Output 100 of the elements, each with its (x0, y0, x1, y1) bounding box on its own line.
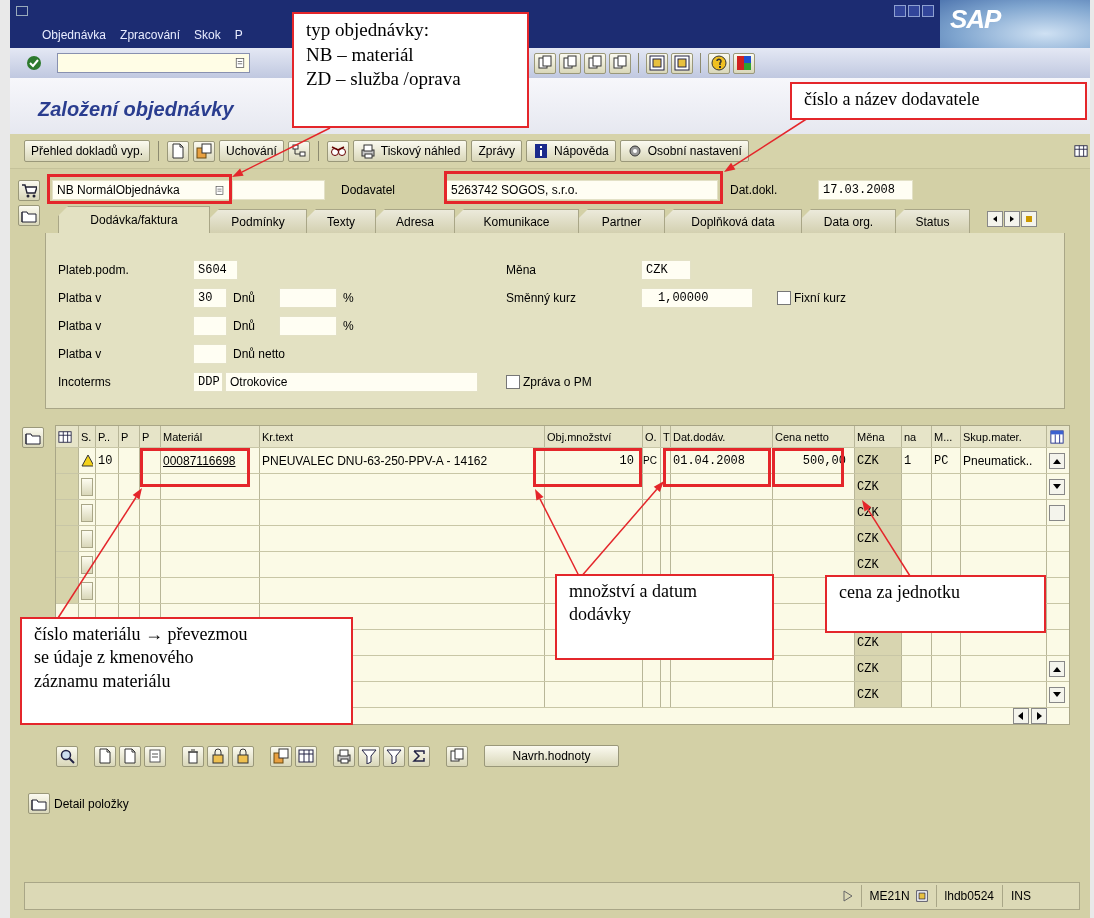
default-values-button[interactable]: Navrh.hodnoty (484, 745, 619, 767)
field-label: Platba v (58, 346, 103, 361)
input-field[interactable]: S604 (193, 259, 238, 280)
toolbar-button[interactable] (559, 52, 581, 74)
toolbar-button[interactable]: Osobní nastavení (619, 140, 749, 162)
column-header[interactable]: Obj.množství (545, 426, 643, 447)
item-detail-button[interactable]: Detail položky (28, 793, 1090, 814)
copy-button[interactable] (270, 745, 292, 767)
input-field[interactable] (279, 287, 337, 308)
input-field[interactable]: 30 (193, 287, 227, 308)
filter-button[interactable] (383, 745, 405, 767)
scroll-up-button[interactable] (1049, 660, 1065, 677)
input-field[interactable] (193, 315, 227, 336)
exchange-rate-field[interactable]: 1,00000 (641, 287, 753, 308)
tab[interactable]: Partner (578, 209, 665, 233)
copy-button[interactable] (193, 140, 216, 162)
page-icon (147, 748, 163, 764)
system-info-icon (915, 890, 928, 902)
checkbox[interactable] (777, 290, 791, 305)
tab-right-button[interactable] (1004, 211, 1020, 227)
lock-button[interactable] (232, 745, 254, 767)
column-header[interactable]: Cena netto (773, 426, 855, 447)
display-button[interactable] (326, 140, 349, 162)
scroll-down-button[interactable] (1049, 686, 1065, 703)
lock-button[interactable] (207, 745, 229, 767)
row-selector[interactable] (56, 578, 78, 603)
scroll-right-button[interactable] (1031, 708, 1047, 724)
tab[interactable]: Dodávka/faktura (58, 206, 210, 233)
tab-left-button[interactable] (987, 211, 1003, 227)
minimize-button[interactable] (894, 5, 906, 17)
toolbar-button[interactable]: Přehled dokladů vyp. (24, 140, 151, 162)
new-button[interactable] (167, 140, 190, 162)
toolbar-button[interactable] (671, 52, 693, 74)
callout-text: číslo a název dodavatele (790, 82, 1087, 120)
tab[interactable]: Status (895, 209, 970, 233)
material-link[interactable]: 00087116698 (161, 448, 260, 473)
column-header[interactable]: P.. (96, 426, 119, 447)
scroll-left-button[interactable] (1013, 708, 1029, 724)
columns-button[interactable] (295, 745, 317, 767)
currency-field[interactable]: CZK (641, 259, 691, 280)
tab[interactable]: Data org. (801, 209, 896, 233)
maximize-button[interactable] (908, 5, 920, 17)
menu-item[interactable]: Zpracování (120, 28, 181, 42)
tab[interactable]: Komunikace (454, 209, 579, 233)
tab[interactable]: Podmínky (209, 209, 307, 233)
search-button[interactable] (56, 745, 78, 767)
column-header[interactable]: P (119, 426, 140, 447)
toolbar-button[interactable]: Tiskový náhled (352, 140, 468, 162)
pages-button[interactable] (446, 745, 468, 767)
column-header[interactable]: Materiál (161, 426, 260, 447)
column-header[interactable]: Dat.dodáv. (671, 426, 773, 447)
document-type-field[interactable]: NB NormálObjednávka (52, 180, 230, 200)
menu-item[interactable]: Skok (194, 28, 221, 42)
scroll-down-button[interactable] (1049, 478, 1065, 495)
column-header[interactable]: Kr.text (260, 426, 545, 447)
command-field[interactable] (57, 53, 250, 73)
scroll-thumb[interactable] (1049, 504, 1065, 521)
menu-item[interactable]: P (234, 28, 243, 42)
arrow-down-icon (1053, 483, 1061, 490)
tab[interactable]: Doplňková data (664, 209, 802, 233)
input-field[interactable] (232, 180, 325, 200)
close-button[interactable] (922, 5, 934, 17)
supplier-field[interactable]: 5263742 SOGOS, s.r.o. (446, 180, 718, 200)
input-field[interactable] (279, 315, 337, 336)
table-cell: CZK (855, 656, 902, 681)
tab[interactable]: Texty (306, 209, 376, 233)
row-button[interactable] (81, 555, 93, 574)
delete-button[interactable] (182, 745, 204, 767)
toolbar-button[interactable]: Uchování (219, 140, 284, 162)
toolbar-button[interactable] (646, 52, 668, 74)
header-toggle-button[interactable] (18, 205, 40, 226)
hierarchy-button[interactable] (287, 140, 310, 162)
date-field[interactable]: 17.03.2008 (818, 180, 913, 200)
toolbar-button[interactable] (609, 52, 631, 74)
toolbar-button[interactable]: Nápověda (526, 140, 616, 162)
toolbar-button[interactable] (584, 52, 606, 74)
input-field[interactable]: DDP (193, 371, 223, 392)
filter-button[interactable] (358, 745, 380, 767)
input-field[interactable] (193, 343, 227, 364)
column-header[interactable]: S. (79, 426, 96, 447)
column-header[interactable]: Skup.mater. (961, 426, 1047, 447)
menu-item[interactable]: Objednávka (42, 28, 107, 42)
column-header[interactable]: Měna (855, 426, 902, 447)
checkbox[interactable] (506, 374, 520, 389)
tab[interactable]: Adresa (375, 209, 455, 233)
scroll-up-button[interactable] (1049, 452, 1065, 469)
column-header[interactable]: T (661, 426, 671, 447)
toolbar-button[interactable] (534, 52, 556, 74)
sum-button[interactable] (408, 745, 430, 767)
toolbar-button[interactable] (733, 52, 755, 74)
input-field[interactable]: Otrokovice (225, 371, 478, 392)
table-toggle-button[interactable] (22, 427, 44, 448)
column-header[interactable]: M... (932, 426, 961, 447)
toolbar-button[interactable] (708, 52, 730, 74)
toolbar-button[interactable]: Zprávy (471, 140, 523, 162)
column-header[interactable]: O. (643, 426, 661, 447)
expand-icon[interactable] (842, 890, 853, 902)
column-header[interactable]: na (902, 426, 932, 447)
column-header[interactable]: P (140, 426, 161, 447)
cart-button[interactable] (18, 179, 40, 201)
